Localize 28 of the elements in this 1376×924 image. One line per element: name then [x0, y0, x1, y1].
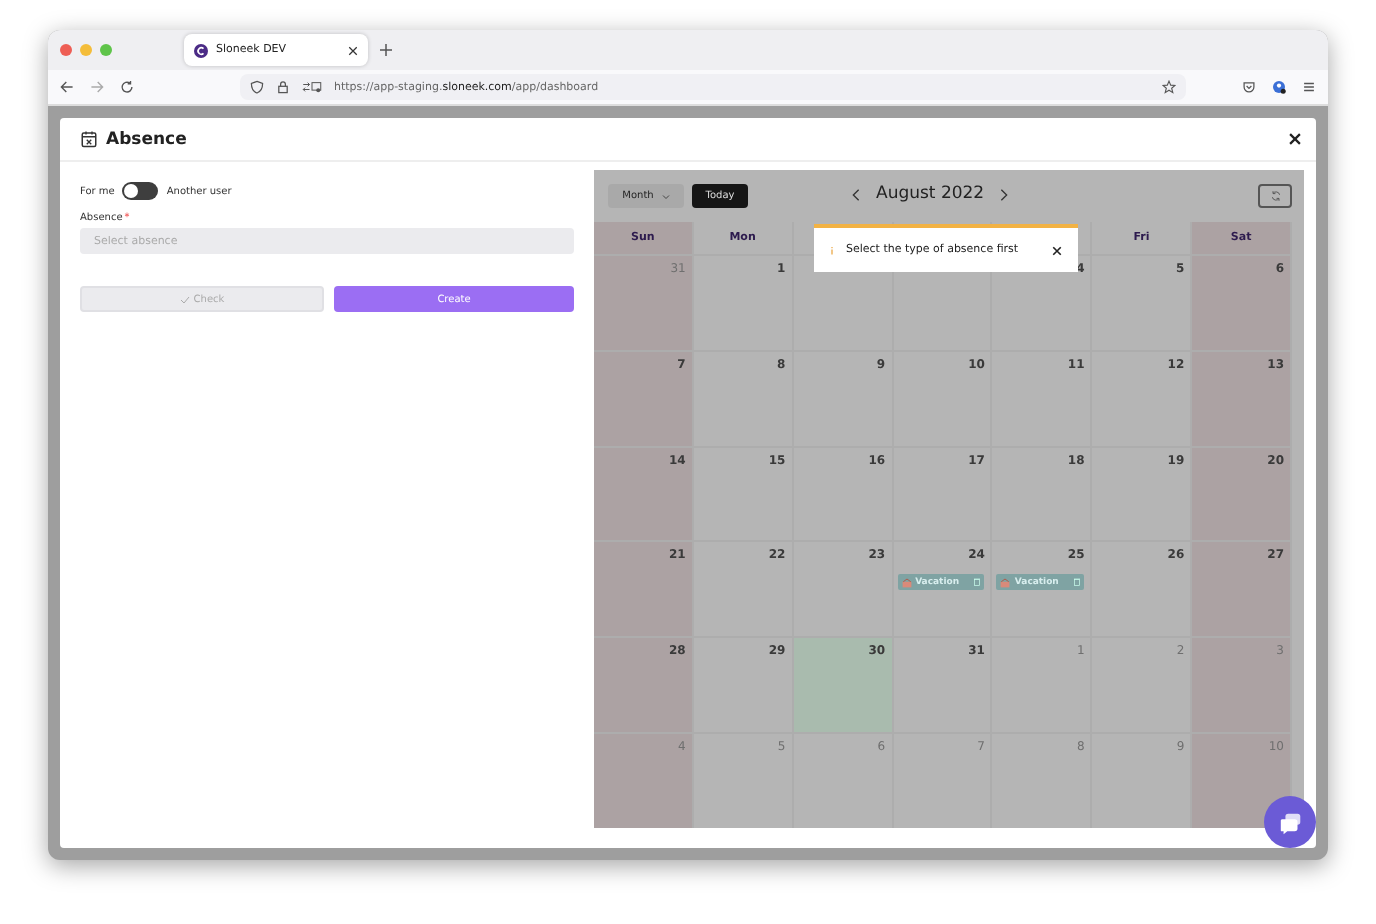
month-title: August 2022 [876, 184, 985, 204]
user-toggle[interactable] [122, 182, 159, 200]
refresh-icon [1269, 190, 1281, 202]
close-icon[interactable] [1052, 245, 1062, 255]
logo-icon [194, 43, 208, 57]
bookmark-star-icon[interactable] [1162, 80, 1176, 94]
dialog-title: Absence [106, 129, 189, 149]
calendar-icon [80, 130, 98, 148]
suitcase-icon [1000, 577, 1011, 588]
permissions-icon[interactable] [302, 80, 322, 94]
new-tab-icon[interactable] [380, 44, 392, 56]
account-icon[interactable] [1272, 80, 1286, 94]
previous-month-icon[interactable] [852, 187, 860, 201]
next-month-icon[interactable] [1000, 187, 1009, 201]
caret-icon [661, 193, 670, 199]
check-icon [179, 295, 190, 303]
pocket-icon[interactable] [1242, 80, 1256, 94]
shield-icon[interactable] [250, 80, 264, 94]
suitcase-icon [901, 577, 912, 588]
lock-icon[interactable] [276, 80, 290, 94]
refresh-button[interactable] [1258, 184, 1292, 208]
back-icon[interactable] [60, 80, 74, 94]
close-tab-icon[interactable] [348, 45, 358, 55]
close-icon[interactable] [1288, 132, 1302, 146]
close-window-icon[interactable] [60, 44, 72, 56]
chat-icon [1277, 809, 1303, 835]
menu-icon[interactable] [1302, 80, 1316, 94]
reload-icon[interactable] [120, 80, 134, 94]
